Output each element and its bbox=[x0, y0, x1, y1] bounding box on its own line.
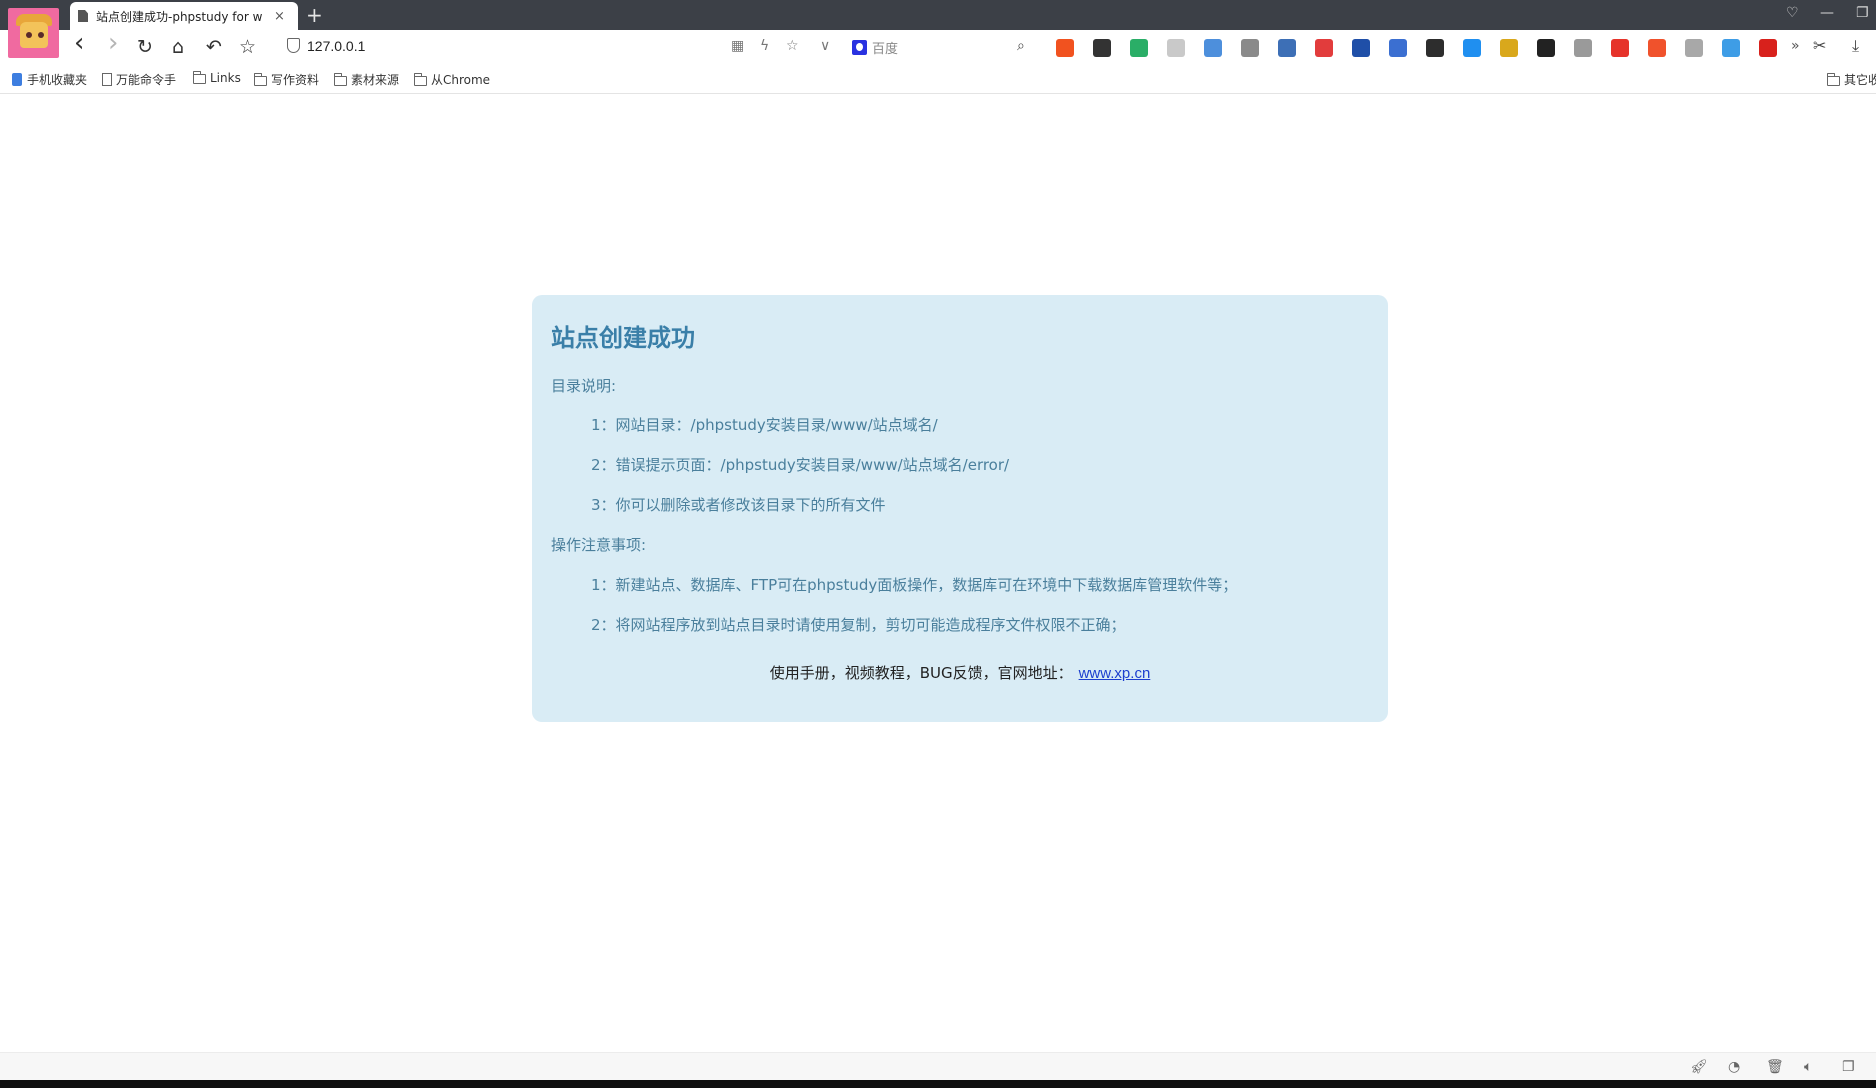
undo-close-button[interactable]: ↶ bbox=[206, 36, 222, 58]
bookmark-command[interactable]: 万能命令手 bbox=[102, 71, 176, 88]
trash-icon[interactable]: 🗑︎ bbox=[1766, 1059, 1784, 1075]
mobile-icon bbox=[12, 73, 22, 86]
cut-icon[interactable]: ✂ bbox=[1813, 36, 1826, 55]
bookmark-label: 素材来源 bbox=[351, 73, 400, 87]
extension-icon[interactable] bbox=[1241, 39, 1259, 57]
extension-icon[interactable] bbox=[1278, 39, 1296, 57]
extension-icon[interactable] bbox=[1574, 39, 1592, 57]
extension-icon[interactable] bbox=[1537, 39, 1555, 57]
bookmark-folder-assets[interactable]: 素材来源 bbox=[334, 71, 399, 88]
home-button[interactable]: ⌂ bbox=[172, 36, 184, 58]
operations-item: 2：将网站程序放到站点目录时请使用复制，剪切可能造成程序文件权限不正确； bbox=[591, 616, 1126, 634]
address-bar[interactable]: 127.0.0.1 bbox=[307, 38, 365, 54]
bookmark-folder-chrome[interactable]: 从Chrome bbox=[414, 71, 490, 88]
qr-code-icon[interactable]: ▦ bbox=[731, 38, 744, 54]
search-placeholder: 百度 bbox=[872, 41, 899, 57]
new-tab-button[interactable]: + bbox=[306, 3, 323, 27]
bookmark-mobile-favorites[interactable]: 手机收藏夹 bbox=[12, 71, 87, 88]
favorite-icon[interactable]: ☆ bbox=[786, 38, 799, 54]
extension-icon[interactable] bbox=[1130, 39, 1148, 57]
directory-heading: 目录说明: bbox=[551, 377, 617, 395]
bookmark-label: 写作资料 bbox=[271, 73, 320, 87]
bookmarks-bar: 手机收藏夹 万能命令手 Links 写作资料 素材来源 从Chrome 其它收 bbox=[0, 64, 1876, 94]
page-title: 站点创建成功 bbox=[551, 324, 695, 352]
directory-item: 3：你可以删除或者修改该目录下的所有文件 bbox=[591, 496, 886, 514]
extension-icon[interactable] bbox=[1093, 39, 1111, 57]
folder-icon bbox=[1827, 72, 1840, 86]
directory-item: 2：错误提示页面：/phpstudy安装目录/www/站点域名/error/ bbox=[591, 456, 1010, 474]
bookmark-folder-links[interactable]: Links bbox=[193, 71, 241, 85]
search-icon[interactable]: ⌕ bbox=[1017, 38, 1025, 54]
forward-button[interactable]: › bbox=[108, 30, 118, 56]
page-icon bbox=[102, 73, 112, 86]
bookmark-other[interactable]: 其它收 bbox=[1827, 71, 1876, 88]
download-icon[interactable]: ⤓ bbox=[1852, 36, 1859, 56]
rocket-icon[interactable]: 🚀︎ bbox=[1690, 1059, 1708, 1075]
bookmark-label: 其它收 bbox=[1844, 73, 1876, 87]
extension-icon[interactable] bbox=[1500, 39, 1518, 57]
folder-icon bbox=[414, 72, 427, 86]
bookmark-star-button[interactable]: ☆ bbox=[239, 36, 256, 58]
tab-close-icon[interactable]: × bbox=[274, 9, 285, 24]
extension-icon[interactable] bbox=[1759, 39, 1777, 57]
speed-icon[interactable]: ◔ bbox=[1728, 1059, 1740, 1075]
folder-icon bbox=[254, 72, 267, 86]
extension-icon[interactable] bbox=[1463, 39, 1481, 57]
navigation-bar: ‹ › ↻ ⌂ ↶ ☆ 127.0.0.1 ▦ ϟ ☆ ∨ 百度 ⌕ » ✂ ⤓ bbox=[0, 30, 1876, 64]
extension-icon[interactable] bbox=[1315, 39, 1333, 57]
dropdown-icon[interactable]: ∨ bbox=[820, 38, 830, 54]
extension-icon[interactable] bbox=[1056, 39, 1074, 57]
extension-icon[interactable] bbox=[1389, 39, 1407, 57]
more-extensions-icon[interactable]: » bbox=[1791, 38, 1800, 54]
search-input[interactable]: 百度 bbox=[852, 37, 1032, 57]
extension-icon[interactable] bbox=[1611, 39, 1629, 57]
minimize-button[interactable]: — bbox=[1820, 5, 1834, 21]
extension-icon[interactable] bbox=[1722, 39, 1740, 57]
baidu-icon[interactable] bbox=[852, 39, 867, 55]
extension-icon[interactable] bbox=[1204, 39, 1222, 57]
tab-title: 站点创建成功-phpstudy for w bbox=[96, 9, 263, 24]
extension-icon[interactable] bbox=[1167, 39, 1185, 57]
tab-active[interactable]: 站点创建成功-phpstudy for w × bbox=[70, 2, 298, 30]
bookmark-label: Links bbox=[210, 71, 241, 85]
bookmark-label: 手机收藏夹 bbox=[27, 73, 88, 87]
lightning-icon[interactable]: ϟ bbox=[760, 38, 769, 54]
browser-title-bar: 站点创建成功-phpstudy for w × + ♡ — ❐ bbox=[0, 0, 1876, 30]
back-button[interactable]: ‹ bbox=[74, 30, 84, 56]
bookmark-label: 万能命令手 bbox=[116, 73, 177, 87]
extension-icon[interactable] bbox=[1352, 39, 1370, 57]
operations-heading: 操作注意事项: bbox=[551, 536, 647, 554]
page-icon bbox=[78, 10, 88, 22]
operations-item: 1：新建站点、数据库、FTP可在phpstudy面板操作，数据库可在环境中下载数… bbox=[591, 576, 1238, 594]
directory-item: 1：网站目录：/phpstudy安装目录/www/站点域名/ bbox=[591, 416, 938, 434]
restore-button[interactable]: ❐ bbox=[1856, 5, 1869, 21]
official-site-link[interactable]: www.xp.cn bbox=[1079, 665, 1151, 682]
reload-button[interactable]: ↻ bbox=[137, 36, 153, 58]
site-created-card: 站点创建成功 目录说明: 1：网站目录：/phpstudy安装目录/www/站点… bbox=[532, 295, 1388, 722]
footer-text: 使用手册，视频教程，BUG反馈，官网地址： bbox=[769, 664, 1073, 682]
extension-icon[interactable] bbox=[1648, 39, 1666, 57]
taskbar-strip bbox=[0, 1080, 1876, 1088]
extension-icon[interactable] bbox=[1426, 39, 1444, 57]
favorites-icon[interactable]: ♡ bbox=[1786, 5, 1799, 21]
folder-icon bbox=[193, 71, 206, 84]
volume-icon[interactable]: 🔈︎ bbox=[1804, 1059, 1812, 1075]
window-icon[interactable]: ❐ bbox=[1842, 1059, 1855, 1075]
security-shield-icon[interactable] bbox=[287, 38, 300, 53]
status-bar: 🚀︎ ◔ 🗑︎ 🔈︎ ❐ bbox=[0, 1052, 1876, 1080]
bookmark-folder-writing[interactable]: 写作资料 bbox=[254, 71, 319, 88]
folder-icon bbox=[334, 72, 347, 86]
bookmark-label: 从Chrome bbox=[431, 73, 491, 87]
footer-line: 使用手册，视频教程，BUG反馈，官网地址： www.xp.cn bbox=[532, 662, 1388, 683]
extension-icon[interactable] bbox=[1685, 39, 1703, 57]
user-avatar[interactable] bbox=[8, 8, 59, 58]
